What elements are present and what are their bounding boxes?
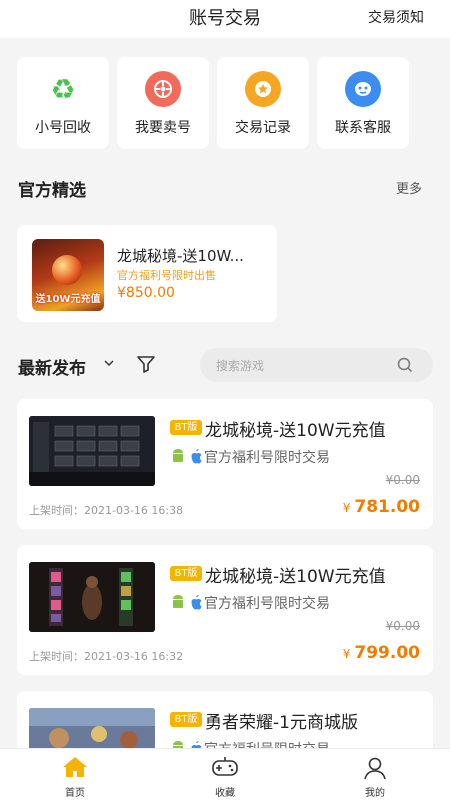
apple-icon <box>191 595 202 610</box>
quick-action-label: 我要卖号 <box>135 120 191 136</box>
record-icon <box>245 71 281 107</box>
quick-action-label: 联系客服 <box>335 120 391 136</box>
apple-icon <box>191 449 202 464</box>
tab-mine[interactable]: 我的 <box>300 749 450 800</box>
featured-price: ¥850.00 <box>117 285 175 301</box>
quick-action-label: 交易记录 <box>235 120 291 136</box>
listing-price: ¥781.00 <box>342 497 420 517</box>
search-placeholder: 搜索游戏 <box>216 359 265 373</box>
quick-actions: ♻ 小号回收 我要卖号 交易记录 联系客服 <box>17 57 433 149</box>
search-icon[interactable] <box>397 357 413 373</box>
home-icon <box>63 757 87 777</box>
listing-name: 勇者荣耀-1元商城版 <box>205 713 358 733</box>
sell-icon <box>145 71 181 107</box>
original-price: ¥0.00 <box>385 619 420 633</box>
sort-dropdown[interactable]: 最新发布 <box>18 354 86 379</box>
top-bar: 账号交易 交易须知 <box>0 0 450 38</box>
game-screenshot <box>29 562 155 632</box>
gamepad-icon <box>212 757 238 776</box>
platform-icons <box>173 449 202 464</box>
featured-more-link[interactable]: 更多 <box>396 178 422 197</box>
featured-thumb-banner: 送10W元充值 <box>35 294 101 305</box>
bt-badge: BT版 <box>170 566 202 581</box>
featured-subtitle: 官方福利号限时出售 <box>117 269 216 282</box>
featured-card[interactable]: 送10W元充值 龙城秘境-送10W... 官方福利号限时出售 ¥850.00 <box>17 225 277 322</box>
quick-action-service[interactable]: 联系客服 <box>317 57 409 149</box>
search-input[interactable]: 搜索游戏 <box>200 348 433 382</box>
listing-time: 上架时间：2021-03-16 16:38 <box>29 504 184 517</box>
listing-card[interactable]: BT版 龙城秘境-送10W元充值 官方福利号限时交易 ¥0.00 上架时间：20… <box>17 545 433 675</box>
tab-label: 首页 <box>65 788 85 799</box>
listing-price: ¥799.00 <box>342 643 420 663</box>
filter-row: 最新发布 搜索游戏 <box>0 346 450 384</box>
quick-action-sell[interactable]: 我要卖号 <box>117 57 209 149</box>
bottom-tab-bar: 首页 收藏 我的 <box>0 748 450 800</box>
tab-home[interactable]: 首页 <box>0 749 150 800</box>
android-icon <box>173 595 183 608</box>
recycle-icon: ♻ <box>50 72 76 106</box>
platform-icons <box>173 595 202 610</box>
game-screenshot <box>29 416 155 486</box>
tab-label: 我的 <box>365 788 385 799</box>
original-price: ¥0.00 <box>385 473 420 487</box>
listing-description: 官方福利号限时交易 <box>204 596 330 612</box>
tab-favorites[interactable]: 收藏 <box>150 749 300 800</box>
bt-badge: BT版 <box>170 712 202 727</box>
quick-action-label: 小号回收 <box>35 120 91 136</box>
listing-time: 上架时间：2021-03-16 16:32 <box>29 650 184 663</box>
android-icon <box>173 449 183 462</box>
featured-section-title: 官方精选 <box>18 181 86 201</box>
quick-action-recycle[interactable]: ♻ 小号回收 <box>17 57 109 149</box>
quick-action-record[interactable]: 交易记录 <box>217 57 309 149</box>
customer-service-icon <box>345 71 381 107</box>
listing-card[interactable]: BT版 龙城秘境-送10W元充值 官方福利号限时交易 ¥0.00 上架时间：20… <box>17 399 433 529</box>
listing-name: 龙城秘境-送10W元充值 <box>205 567 386 587</box>
listing-name: 龙城秘境-送10W元充值 <box>205 421 386 441</box>
featured-thumbnail: 送10W元充值 <box>32 239 104 311</box>
featured-name: 龙城秘境-送10W... <box>117 247 244 265</box>
chevron-down-icon[interactable] <box>104 358 114 368</box>
filter-icon[interactable] <box>136 354 156 374</box>
user-icon <box>364 757 386 780</box>
tab-label: 收藏 <box>215 788 235 799</box>
listing-description: 官方福利号限时交易 <box>204 450 330 466</box>
trade-notice-link[interactable]: 交易须知 <box>368 7 424 27</box>
bt-badge: BT版 <box>170 420 202 435</box>
